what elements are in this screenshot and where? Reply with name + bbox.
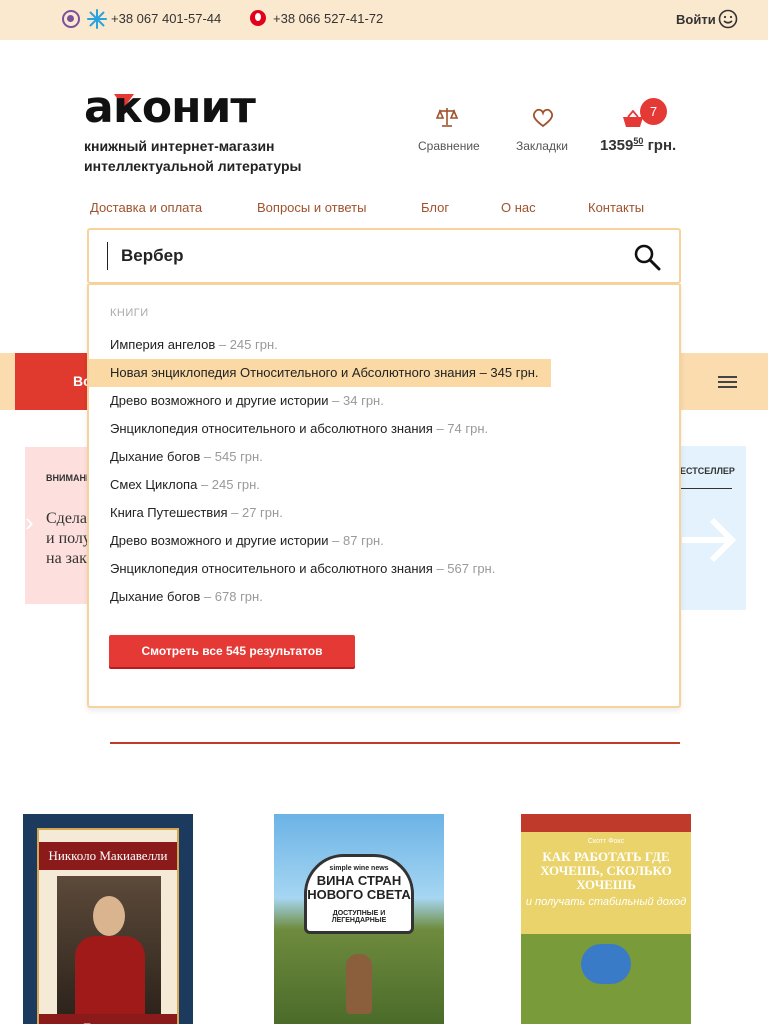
- suggestion-item[interactable]: Энциклопедия относительного и абсолютног…: [89, 555, 551, 583]
- section-divider: [110, 742, 680, 744]
- promo-right-tag: ЕСТСЕЛЛЕР: [680, 466, 735, 476]
- book-title: ВИНА СТРАН НОВОГО СВЕТА: [307, 873, 411, 902]
- suggestion-item[interactable]: Энциклопедия относительного и абсолютног…: [89, 415, 551, 443]
- svg-text:конит: конит: [113, 88, 256, 128]
- suggestion-item[interactable]: Книга Путешествия – 27 грн.: [89, 499, 551, 527]
- compare-link[interactable]: Сравнение: [418, 139, 480, 153]
- portrait-image: [57, 876, 161, 1016]
- tagline-line1: книжный интернет-магазин: [84, 138, 275, 154]
- suggestions-section-label: КНИГИ: [110, 307, 149, 319]
- cart-total[interactable]: 135950 грн.: [600, 136, 676, 154]
- nav-about[interactable]: О нас: [501, 200, 536, 215]
- search-input[interactable]: [121, 242, 601, 270]
- promo-left-line: Сдела: [46, 510, 87, 527]
- suggestion-item-highlighted[interactable]: Новая энциклопедия Относительного и Абсо…: [89, 359, 551, 387]
- kyivstar-icon: [87, 9, 107, 29]
- nav-faq[interactable]: Вопросы и ответы: [257, 200, 366, 215]
- heart-icon[interactable]: [532, 108, 554, 128]
- site-logo[interactable]: а конит: [84, 88, 300, 128]
- suggestion-price: – 245 грн.: [200, 477, 260, 492]
- suggestion-title: Смех Циклопа: [110, 477, 198, 492]
- cart-count-badge: 7: [640, 98, 667, 125]
- book-cover[interactable]: Скотт Фокс КАК РАБОТАТЬ ГДЕ ХОЧЕШЬ, СКОЛ…: [521, 814, 691, 1024]
- show-all-results-button[interactable]: Смотреть все 545 результатов: [109, 635, 355, 667]
- suggestion-title: Империя ангелов: [110, 337, 216, 352]
- suggestion-item[interactable]: Империя ангелов – 245 грн.: [89, 331, 551, 359]
- cart-price-currency: грн.: [647, 137, 677, 154]
- kangaroo-image: [346, 954, 372, 1014]
- promo-left-line: и полу: [46, 530, 91, 547]
- cart-price-main: 1359: [600, 137, 634, 154]
- search-suggestions: КНИГИ Империя ангелов – 245 грн. Новая э…: [87, 284, 681, 708]
- man-image: [581, 944, 631, 984]
- vodafone-icon: [250, 10, 266, 26]
- book-author: Никколо Макиавелли: [39, 842, 177, 870]
- book-subtitle: ДОСТУПНЫЕ И ЛЕГЕНДАРНЫЕ: [331, 910, 387, 924]
- svg-text:а: а: [84, 88, 113, 128]
- suggestion-item[interactable]: Древо возможного и другие истории – 87 г…: [89, 527, 551, 555]
- search-icon[interactable]: [633, 243, 661, 271]
- book-cover-frame: Никколо Макиавелли Государь: [37, 828, 179, 1024]
- book-sign: simple wine news ВИНА СТРАН НОВОГО СВЕТА…: [304, 854, 414, 934]
- suggestion-title: Древо возможного и другие истории: [110, 533, 329, 548]
- nav-blog[interactable]: Блог: [421, 200, 449, 215]
- login-link[interactable]: Войти: [676, 12, 716, 27]
- tagline-line2: интеллектуальной литературы: [84, 158, 302, 174]
- phone-vodafone-link[interactable]: +38 066 527-41-72: [273, 11, 383, 26]
- suggestion-price: – 345 грн.: [479, 365, 539, 380]
- promo-left-line: на зак: [46, 550, 87, 567]
- book-cover[interactable]: simple wine news ВИНА СТРАН НОВОГО СВЕТА…: [274, 814, 444, 1024]
- promo-card-right[interactable]: ЕСТСЕЛЛЕР: [680, 446, 746, 610]
- divider: [680, 488, 732, 489]
- suggestion-price: – 74 грн.: [436, 421, 489, 436]
- book-cover[interactable]: Никколо Макиавелли Государь: [23, 814, 193, 1024]
- text-caret: [107, 242, 108, 270]
- portrait-face: [93, 896, 125, 936]
- chevron-right-icon: ›: [25, 507, 34, 537]
- nav-delivery[interactable]: Доставка и оплата: [90, 200, 202, 215]
- suggestion-title: Новая энциклопедия Относительного и Абсо…: [110, 365, 476, 380]
- suggestion-title: Древо возможного и другие истории: [110, 393, 329, 408]
- promo-left-tag: ВНИМАНИ: [46, 473, 93, 483]
- top-bar: +38 067 401-57-44 +38 066 527-41-72 Войт…: [0, 0, 768, 40]
- bookmarks-link[interactable]: Закладки: [516, 139, 568, 153]
- suggestion-price: – 567 грн.: [436, 561, 496, 576]
- suggestion-title: Книга Путешествия: [110, 505, 228, 520]
- suggestion-price: – 34 грн.: [332, 393, 384, 408]
- suggestion-title: Дыхание богов: [110, 449, 201, 464]
- scales-icon[interactable]: [436, 106, 458, 128]
- menu-icon[interactable]: [718, 376, 737, 388]
- suggestion-item[interactable]: Дыхание богов – 678 грн.: [89, 583, 551, 611]
- viber-icon: [62, 10, 80, 28]
- promo-left-text: Сдела и полу на зак: [46, 509, 91, 569]
- suggestion-price: – 545 грн.: [203, 449, 263, 464]
- suggestion-title: Энциклопедия относительного и абсолютног…: [110, 561, 433, 576]
- book-author: Скотт Фокс: [587, 838, 625, 845]
- search-box: [87, 228, 681, 284]
- cart-price-cents: 50: [633, 136, 644, 146]
- suggestion-price: – 87 грн.: [332, 533, 384, 548]
- book-series: simple wine news: [329, 865, 389, 872]
- suggestion-title: Дыхание богов: [110, 589, 201, 604]
- book-top-strip: [521, 814, 691, 832]
- portrait-robe: [75, 936, 145, 1016]
- site-tagline: книжный интернет-магазин интеллектуально…: [84, 136, 302, 176]
- smile-icon[interactable]: [718, 9, 738, 29]
- suggestion-price: – 678 грн.: [203, 589, 263, 604]
- suggestion-item[interactable]: Смех Циклопа – 245 грн.: [89, 471, 551, 499]
- suggestion-title: Энциклопедия относительного и абсолютног…: [110, 421, 433, 436]
- suggestions-list: Империя ангелов – 245 грн. Новая энцикло…: [89, 331, 551, 611]
- suggestion-price: – 245 грн.: [218, 337, 278, 352]
- book-subtitle: и получать стабильный доход: [525, 896, 687, 908]
- nav-contacts[interactable]: Контакты: [588, 200, 644, 215]
- category-banner-red[interactable]: Во: [15, 353, 92, 410]
- arrow-right-icon: [682, 517, 737, 563]
- book-title: Государь: [39, 1014, 177, 1024]
- suggestion-item[interactable]: Древо возможного и другие истории – 34 г…: [89, 387, 551, 415]
- suggestion-price: – 27 грн.: [231, 505, 283, 520]
- book-title: КАК РАБОТАТЬ ГДЕ ХОЧЕШЬ, СКОЛЬКО ХОЧЕШЬ: [540, 849, 672, 892]
- suggestion-item[interactable]: Дыхание богов – 545 грн.: [89, 443, 551, 471]
- phone-kyivstar-link[interactable]: +38 067 401-57-44: [111, 11, 221, 26]
